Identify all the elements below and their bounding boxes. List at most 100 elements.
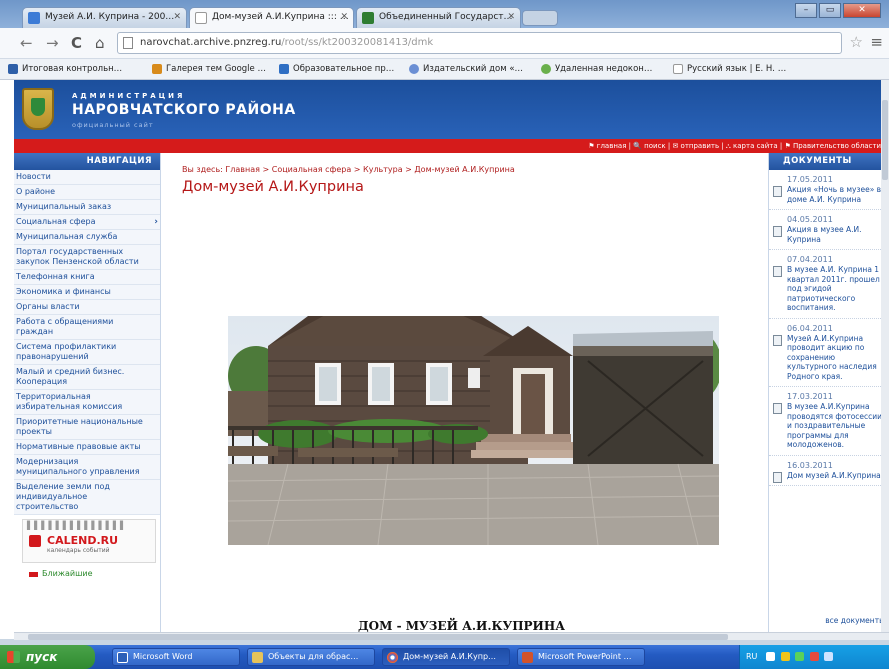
forward-arrow-icon[interactable]: → (46, 34, 59, 52)
nav-item[interactable]: Новости (14, 170, 160, 185)
tab-close-icon[interactable]: ✕ (340, 8, 348, 27)
tab-close-icon[interactable]: ✕ (507, 8, 515, 27)
document-title[interactable]: В музее А.И.Куприна проводятся фотосесси… (787, 402, 887, 450)
network-icon[interactable] (765, 652, 775, 661)
breadcrumb[interactable]: Вы здесь: Главная > Социальная сфера > К… (182, 165, 515, 174)
bookmark-icon (541, 64, 551, 74)
bookmark-label: Итоговая контрольн… (22, 64, 123, 74)
vertical-scrollbar[interactable] (881, 80, 889, 632)
horizontal-scrollbar[interactable] (14, 632, 889, 640)
maximize-icon[interactable]: ▭ (819, 3, 841, 18)
url-path: /root/ss/kt200320081413/dmk (281, 37, 434, 48)
taskbar-item-browser[interactable]: Дом-музей А.И.Купр… (382, 648, 510, 666)
calend-logo: CALEND.RU (47, 534, 119, 547)
document-icon (773, 403, 782, 414)
new-tab-button[interactable] (522, 10, 558, 26)
nav-item[interactable]: Портал государственных закупок Пензенско… (14, 245, 160, 270)
nav-item[interactable]: Органы власти (14, 300, 160, 315)
taskbar-item-powerpoint[interactable]: Microsoft PowerPoint … (517, 648, 645, 666)
document-item[interactable]: 17.03.2011 В музее А.И.Куприна проводятся… (769, 387, 889, 456)
nav-item[interactable]: Муниципальный заказ (14, 200, 160, 215)
document-title[interactable]: Дом музей А.И.Куприна (787, 471, 887, 481)
nav-item-label: Нормативные правовые акты (16, 442, 141, 451)
update-icon[interactable] (795, 652, 805, 661)
document-icon (773, 226, 782, 237)
nav-item-label: Портал государственных закупок Пензенско… (16, 247, 139, 266)
bookmark-item[interactable]: Образовательное пр… (279, 62, 394, 76)
taskbar-item-folder[interactable]: Объекты для обрас… (247, 648, 375, 666)
nav-item[interactable]: О районе (14, 185, 160, 200)
site-favicon-icon (362, 12, 374, 24)
nav-item[interactable]: Телефонная книга (14, 270, 160, 285)
bookmark-label: Русский язык | Е. Н. … (687, 64, 787, 74)
nav-item[interactable]: Модернизация муниципального управления (14, 455, 160, 480)
bookmark-item[interactable]: Русский язык | Е. Н. … (673, 62, 786, 76)
site-subtitle: официальный сайт (72, 121, 154, 129)
document-date: 17.03.2011 (787, 392, 833, 401)
document-item[interactable]: 07.04.2011 В музее А.И. Куприна 1 квартал… (769, 250, 889, 319)
document-item[interactable]: 06.04.2011 Музей А.И.Куприна проводит акц… (769, 319, 889, 387)
document-title[interactable]: Музей А.И.Куприна проводит акцию по сохр… (787, 334, 887, 382)
nav-item-label: Модернизация муниципального управления (16, 457, 140, 476)
all-documents-link[interactable]: все документы (825, 616, 885, 625)
bookmark-label: Образовательное пр… (293, 64, 395, 74)
close-window-icon[interactable]: ✕ (843, 3, 881, 18)
document-icon (773, 471, 782, 483)
browser-tab-3[interactable]: Объединенный Государст… ✕ (356, 7, 521, 28)
menu-icon[interactable]: ≡ (870, 33, 883, 51)
holidays-link[interactable]: Ближайшие (14, 563, 160, 578)
document-date: 17.05.2011 (787, 175, 833, 184)
document-title[interactable]: Акция «Ночь в музее» в доме А.И. Куприна (787, 185, 887, 204)
back-arrow-icon[interactable]: ← (20, 34, 33, 52)
nav-item[interactable]: Приоритетные национальные проекты (14, 415, 160, 440)
document-item[interactable]: 17.05.2011 Акция «Ночь в музее» в доме А.… (769, 170, 889, 210)
bookmark-item[interactable]: Галерея тем Google … (152, 62, 266, 76)
taskbar-item-word[interactable]: Microsoft Word (112, 648, 240, 666)
security-icon[interactable] (780, 652, 790, 661)
browser-tab-2[interactable]: Дом-музей А.И.Куприна ::: … ✕ (189, 7, 354, 28)
bookmark-item[interactable]: Итоговая контрольн… (8, 62, 122, 76)
nav-item-label: О районе (16, 187, 56, 196)
nav-item-label: Работа с обращениями граждан (16, 317, 114, 336)
calend-widget[interactable]: ▌▌▌▌▌▌▌▌▌▌▌▌▌▌ CALEND.RU календарь событ… (22, 519, 156, 563)
browser-tab-1[interactable]: Музей А.И. Куприна - 200… ✕ (22, 7, 187, 28)
window-controls: – ▭ ✕ (795, 3, 881, 18)
document-title[interactable]: Акция в музее А.И. Куприна (787, 225, 887, 244)
nav-item[interactable]: Социальная сфера › (14, 215, 160, 230)
nav-item[interactable]: Экономика и финансы (14, 285, 160, 300)
address-bar[interactable]: narovchat.archive.pnzreg.ru/root/ss/kt20… (117, 32, 842, 54)
bookmark-icon (409, 64, 419, 74)
document-item[interactable]: 16.03.2011 Дом музей А.И.Куприна (769, 456, 889, 486)
minimize-icon[interactable]: – (795, 3, 817, 18)
document-icon (773, 334, 782, 346)
nav-item[interactable]: Территориальная избирательная комиссия (14, 390, 160, 415)
home-icon[interactable]: ⌂ (95, 34, 105, 52)
chevron-right-icon: › (154, 217, 158, 227)
top-links[interactable]: ⚑ главная | 🔍 поиск | ✉ отправить | ⛬ ка… (588, 139, 881, 153)
nav-item[interactable]: Работа с обращениями граждан (14, 315, 160, 340)
nav-item[interactable]: Система профилактики правонарушений (14, 340, 160, 365)
nav-item[interactable]: Выделение земли под индивидуальное строи… (14, 480, 160, 515)
nav-item[interactable]: Малый и средний бизнес. Кооперация (14, 365, 160, 390)
nav-item-label: Экономика и финансы (16, 287, 111, 296)
scroll-thumb[interactable] (882, 100, 888, 180)
nav-item[interactable]: Нормативные правовые акты (14, 440, 160, 455)
bookmark-star-icon[interactable]: ☆ (850, 33, 863, 51)
nav-item[interactable]: Муниципальная служба (14, 230, 160, 245)
site-title[interactable]: НАРОВЧАТСКОГО РАЙОНА (72, 102, 296, 118)
nav-item-label: Муниципальная служба (16, 232, 118, 241)
start-button[interactable]: пуск (0, 645, 95, 669)
calend-subtitle: календарь событий (47, 547, 110, 554)
volume-icon[interactable] (824, 652, 834, 661)
browser-toolbar: ← → C ⌂ narovchat.archive.pnzreg.ru/root… (0, 28, 889, 59)
document-item[interactable]: 04.05.2011 Акция в музее А.И. Куприна (769, 210, 889, 250)
tab-close-icon[interactable]: ✕ (173, 8, 181, 27)
bookmark-item[interactable]: Удаленная недокон… (541, 62, 652, 76)
bookmark-item[interactable]: Издательский дом «… (409, 62, 523, 76)
reload-icon[interactable]: C (71, 34, 82, 52)
scroll-thumb[interactable] (28, 634, 728, 640)
language-indicator[interactable]: RU (746, 652, 757, 661)
antivirus-icon[interactable] (809, 652, 819, 661)
task-label: Объекты для обрас… (268, 652, 359, 661)
document-title[interactable]: В музее А.И. Куприна 1 квартал 2011г. пр… (787, 265, 887, 313)
